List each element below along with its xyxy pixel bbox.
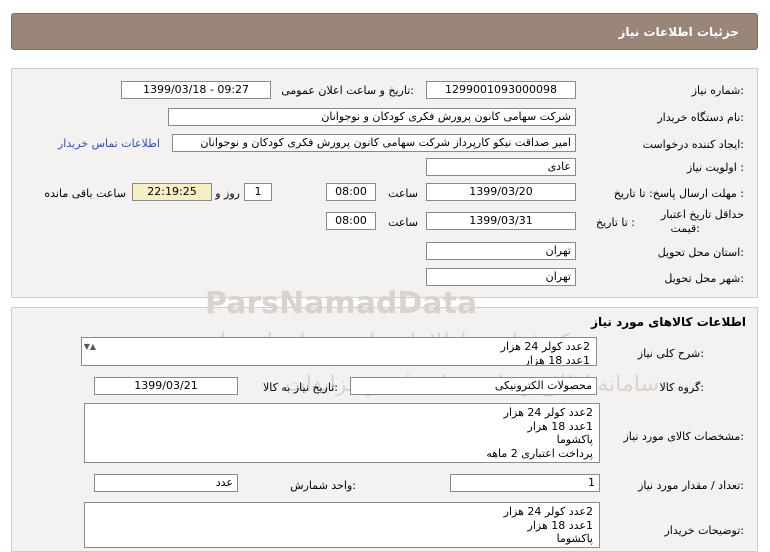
validity-until-label: تا تاریخ : xyxy=(596,216,635,229)
need-number-label: شماره نیاز: xyxy=(691,84,744,97)
validity-time-label: ساعت xyxy=(388,216,418,229)
scroll-arrow-icon[interactable]: ▲▼ xyxy=(84,340,96,352)
goods-section-title: اطلاعات کالاهای مورد نیاز xyxy=(591,315,746,329)
buyer-notes-label: توضیحات خریدار: xyxy=(664,524,745,537)
buyer-org-label: نام دستگاه خریدار: xyxy=(657,111,744,124)
priority-field: عادی xyxy=(426,158,576,176)
city-label: شهر محل تحویل: xyxy=(664,272,744,285)
summary-textarea: ▲▼ 2عدد کولر 24 هزار 1عدد 18 هزار xyxy=(81,337,597,366)
deadline-label: مهلت ارسال پاسخ: تا تاریخ : xyxy=(613,187,744,200)
buyer-notes-line: 1عدد 18 هزار xyxy=(527,518,593,532)
buyer-notes-textarea: 2عدد کولر 24 هزار 1عدد 18 هزار پاکشوما xyxy=(84,502,600,548)
specs-line: 1عدد 18 هزار xyxy=(527,419,593,433)
specs-line: پاکشوما xyxy=(556,433,593,446)
unit-field: عدد xyxy=(94,474,238,492)
buyer-notes-line: 2عدد کولر 24 هزار xyxy=(503,505,593,518)
page-title: جزئیات اطلاعات نیاز xyxy=(618,25,739,39)
need-info-panel xyxy=(11,68,758,298)
days-label: روز و xyxy=(215,187,240,200)
page-header: جزئیات اطلاعات نیاز xyxy=(11,13,758,50)
specs-line: پرداخت اعتباری 2 ماهه xyxy=(486,446,593,460)
qty-label: تعداد / مقدار مورد نیاز: xyxy=(638,479,744,492)
validity-time-field: 08:00 xyxy=(326,212,376,230)
validity-date-field: 1399/03/31 xyxy=(426,212,576,230)
need-date-field: 1399/03/21 xyxy=(94,377,238,395)
city-field: تهران xyxy=(426,268,576,286)
deadline-time-field: 08:00 xyxy=(326,183,376,201)
summary-line: 2عدد کولر 24 هزار xyxy=(500,340,590,353)
announce-field: 1399/03/18 - 09:27 xyxy=(121,81,271,99)
province-label: استان محل تحویل: xyxy=(657,246,744,259)
summary-label: شرح کلی نیاز: xyxy=(637,347,704,360)
validity-label-line1: حداقل تاریخ اعتبار xyxy=(660,208,744,221)
buyer-contact-link[interactable]: اطلاعات تماس خریدار xyxy=(58,137,160,150)
buyer-notes-line: پاکشوما xyxy=(556,532,593,545)
qty-field: 1 xyxy=(450,474,600,492)
announce-label: تاریخ و ساعت اعلان عمومی: xyxy=(281,84,414,97)
deadline-date-field: 1399/03/20 xyxy=(426,183,576,201)
need-number-field: 1299001093000098 xyxy=(426,81,576,99)
remaining-time-field: 22:19:25 xyxy=(132,183,212,201)
specs-label: مشخصات کالای مورد نیاز: xyxy=(623,430,744,443)
group-label: گروه کالا: xyxy=(659,381,704,394)
remaining-days-field: 1 xyxy=(244,183,272,201)
need-date-label: تاریخ نیاز به کالا: xyxy=(263,381,338,394)
summary-line: 1عدد 18 هزار xyxy=(524,353,590,366)
unit-label: واحد شمارش: xyxy=(290,479,356,492)
requester-field: امیر صداقت نیکو کارپرداز شرکت سهامی کانو… xyxy=(172,134,576,152)
group-field: محصولات الکترونیکی xyxy=(350,377,597,395)
province-field: تهران xyxy=(426,242,576,260)
validity-label-line2: قیمت: xyxy=(670,222,700,235)
deadline-time-label: ساعت xyxy=(388,187,418,200)
requester-label: ایجاد کننده درخواست: xyxy=(642,138,744,151)
remaining-label: ساعت باقی مانده xyxy=(44,187,126,200)
buyer-org-field: شرکت سهامی کانون پرورش فکری کودکان و نوج… xyxy=(168,108,576,126)
priority-label: اولویت نیاز : xyxy=(686,161,744,174)
specs-line: 2عدد کولر 24 هزار xyxy=(503,406,593,419)
specs-textarea: 2عدد کولر 24 هزار 1عدد 18 هزار پاکشوما پ… xyxy=(84,403,600,463)
